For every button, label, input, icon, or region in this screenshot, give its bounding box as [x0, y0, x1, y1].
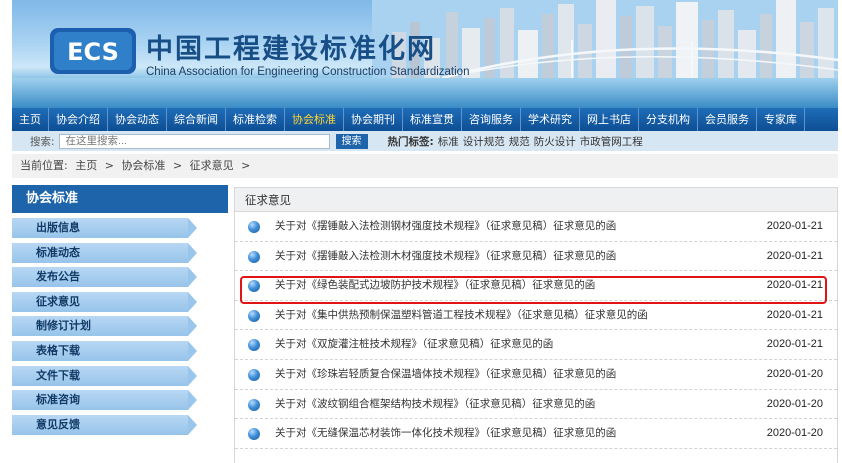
notice-title-link[interactable]: 关于对《摆锤敲入法检测钢材强度技术规程》（征求意见稿）征求意见的函: [275, 212, 616, 242]
notice-date: 2020-01-20: [766, 397, 823, 410]
hot-tag-link[interactable]: 规范: [509, 136, 530, 148]
notice-title-link[interactable]: 关于对《双旋灌注桩技术规程》（征求意见稿）征求意见的函: [275, 330, 553, 360]
list-item: 关于对《珍珠岩轻质复合保温墙体技术规程》（征求意见稿）征求意见的函 2020-01…: [235, 360, 837, 390]
nav-item[interactable]: 咨询服务: [462, 108, 521, 131]
sidebar-item[interactable]: 出版信息: [12, 218, 197, 238]
bullet-icon: [248, 428, 260, 441]
list-item: 关于对《无缝保温芯材装饰一体化技术规程》（征求意见稿）征求意见的函 2020-01…: [235, 419, 837, 449]
nav-item[interactable]: 标准检索: [226, 108, 285, 131]
hot-tags-label: 热门标签:: [387, 135, 434, 148]
sidebar-item[interactable]: 表格下载: [12, 340, 197, 361]
breadcrumb-home[interactable]: 主页: [75, 159, 97, 172]
nav-item[interactable]: 协会期刊: [344, 108, 403, 131]
search-button[interactable]: 搜索: [335, 133, 368, 149]
notice-title-link[interactable]: 关于对《波纹钢组合框架结构技术规程》（征求意见稿）征求意见的函: [275, 390, 595, 420]
notice-date: 2020-01-21: [766, 338, 823, 351]
breadcrumb-separator: >: [104, 159, 114, 172]
list-item: 关于对《波纹钢组合框架结构技术规程》（征求意见稿）征求意见的函 2020-01-2…: [235, 390, 837, 420]
nav-item[interactable]: 综合新闻: [167, 108, 226, 131]
hot-tag-link[interactable]: 市政管网工程: [580, 136, 643, 148]
bullet-icon: [248, 368, 260, 381]
bullet-icon: [248, 398, 260, 411]
notice-date: 2020-01-21: [766, 220, 823, 232]
sidebar-item[interactable]: 征求意见: [12, 291, 197, 312]
site-subtitle: China Association for Engineering Constr…: [146, 66, 470, 78]
notice-title-link[interactable]: 关于对《无缝保温芯材装饰一体化技术规程》（征求意见稿）征求意见的函: [275, 419, 616, 449]
breadcrumb-standards[interactable]: 协会标准: [121, 159, 165, 172]
breadcrumb-current[interactable]: 征求意见: [190, 159, 234, 172]
hot-tag-link[interactable]: 标准: [438, 136, 459, 148]
breadcrumb-separator: >: [172, 159, 183, 172]
notice-title-link[interactable]: 关于对《集中供热预制保温塑料管道工程技术规程》（征求意见稿）征求意见的函: [275, 301, 648, 331]
bullet-icon: [248, 280, 260, 293]
bullet-icon: [248, 221, 260, 233]
notice-title-link[interactable]: 关于对《绿色装配式边坡防护技术规程》（征求意见稿）征求意见的函: [275, 271, 595, 301]
water-decoration: [12, 78, 838, 108]
notice-list: 关于对《摆锤敲入法检测钢材强度技术规程》（征求意见稿）征求意见的函 2020-01…: [235, 212, 837, 449]
search-input[interactable]: [58, 133, 330, 149]
content-panel: 征求意见 关于对《摆锤敲入法检测钢材强度技术规程》（征求意见稿）征求意见的函 20…: [234, 187, 838, 463]
notice-date: 2020-01-21: [766, 249, 823, 262]
notice-title-link[interactable]: 关于对《珍珠岩轻质复合保温墙体技术规程》（征求意见稿）征求意见的函: [275, 360, 616, 390]
sidebar-menu: 出版信息标准动态发布公告征求意见制修订计划表格下载文件下载标准咨询意见反馈: [12, 218, 228, 439]
list-item: 关于对《双旋灌注桩技术规程》（征求意见稿）征求意见的函 2020-01-21: [235, 330, 837, 360]
nav-item[interactable]: 协会介绍: [49, 108, 108, 131]
nav-item[interactable]: 标准宣贯: [403, 108, 462, 131]
nav-item[interactable]: 协会标准: [285, 108, 344, 131]
bullet-icon: [248, 250, 260, 263]
ecs-logo: ECS: [50, 28, 136, 74]
nav-item[interactable]: 协会动态: [108, 108, 167, 131]
page: ECS 中国工程建设标准化网 China Association for Eng…: [0, 0, 842, 463]
search-bar: 搜索: 搜索 热门标签: 标准设计规范规范防火设计市政管网工程: [12, 131, 838, 151]
sidebar-item[interactable]: 意见反馈: [12, 414, 197, 435]
breadcrumb-separator: >: [241, 159, 251, 172]
notice-title-link[interactable]: 关于对《摆锤敲入法检测木材强度技术规程》（征求意见稿）征求意见的函: [275, 242, 616, 272]
nav-item[interactable]: 专家库: [757, 108, 805, 131]
nav-item[interactable]: 会员服务: [698, 108, 757, 131]
header-banner: ECS 中国工程建设标准化网 China Association for Eng…: [12, 0, 838, 108]
section-title: 征求意见: [235, 188, 837, 212]
list-item: 关于对《摆锤敲入法检测木材强度技术规程》（征求意见稿）征求意见的函 2020-01…: [235, 242, 837, 272]
nav-item[interactable]: 主页: [12, 108, 49, 131]
list-item: 关于对《集中供热预制保温塑料管道工程技术规程》（征求意见稿）征求意见的函 2020…: [235, 301, 837, 331]
nav-item[interactable]: 学术研究: [521, 108, 580, 131]
nav-item[interactable]: 分支机构: [639, 108, 698, 131]
list-item: 关于对《绿色装配式边坡防护技术规程》（征求意见稿）征求意见的函 2020-01-2…: [235, 271, 837, 301]
notice-date: 2020-01-20: [766, 367, 823, 380]
sidebar-item[interactable]: 标准咨询: [12, 390, 197, 411]
notice-date: 2020-01-21: [766, 279, 823, 292]
breadcrumb: 当前位置: 主页 > 协会标准 > 征求意见 >: [12, 154, 838, 178]
svg-text:ECS: ECS: [67, 38, 119, 66]
notice-date: 2020-01-20: [766, 427, 823, 440]
hot-tags: 标准 设计规范 规范 防火设计 市政管网工程: [434, 134, 643, 149]
breadcrumb-prefix: 当前位置:: [20, 159, 68, 172]
nav-item[interactable]: 网上书店: [580, 108, 639, 131]
search-label: 搜索:: [30, 135, 55, 148]
bullet-icon: [248, 309, 260, 322]
sidebar-item[interactable]: 文件下载: [12, 365, 197, 386]
notice-date: 2020-01-21: [766, 308, 823, 321]
list-item: 关于对《摆锤敲入法检测钢材强度技术规程》（征求意见稿）征求意见的函 2020-01…: [235, 212, 837, 242]
hot-tag-link[interactable]: 设计规范: [463, 136, 505, 148]
sidebar-item[interactable]: 制修订计划: [12, 316, 197, 337]
hot-tag-link[interactable]: 防火设计: [534, 136, 576, 148]
sidebar-item[interactable]: 标准动态: [12, 242, 197, 263]
main-navigation: 主页 协会介绍 协会动态 综合新闻 标准检索 协会标准 协会期刊 标准宣贯 咨询服务 学术研究 网上…: [12, 108, 838, 131]
site-title: 中国工程建设标准化网: [146, 34, 436, 65]
bullet-icon: [248, 339, 260, 352]
sidebar-title: 协会标准: [12, 185, 228, 213]
sidebar-item[interactable]: 发布公告: [12, 267, 197, 288]
